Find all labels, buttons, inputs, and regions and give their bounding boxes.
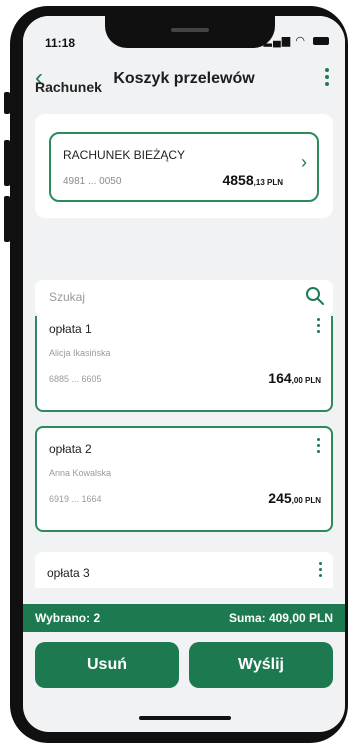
send-button[interactable]: Wyślij xyxy=(189,642,333,688)
notch xyxy=(105,16,275,48)
transfer-item[interactable]: opłata 2 Anna Kowalska 6919 ... 1664 245… xyxy=(35,426,333,532)
transfer-item[interactable]: opłata 3 xyxy=(35,552,333,588)
transfer-list: opłata 1 Alicja Ikasińska 6885 ... 6605 … xyxy=(35,316,333,588)
transfer-title: opłata 3 xyxy=(47,566,90,580)
kebab-menu-icon[interactable] xyxy=(317,318,321,336)
account-balance: 4858,13 PLN xyxy=(222,172,283,188)
transfer-title: opłata 2 xyxy=(49,442,92,456)
transfer-account: 6919 ... 1664 xyxy=(49,494,102,504)
chevron-right-icon[interactable]: › xyxy=(301,152,307,173)
search-icon[interactable] xyxy=(305,286,325,306)
account-number: 4981 ... 0050 xyxy=(63,176,122,187)
account-name: RACHUNEK BIEŻĄCY xyxy=(63,148,186,162)
app-screen: 11:18 ▂▄▆ ◠ ‹ Koszyk przelewów Rachunek … xyxy=(23,16,345,732)
kebab-menu-icon[interactable] xyxy=(325,68,329,89)
wifi-icon: ◠ xyxy=(295,35,306,47)
battery-icon xyxy=(313,37,329,46)
account-card[interactable]: RACHUNEK BIEŻĄCY 4981 ... 0050 4858,13 P… xyxy=(49,132,319,202)
transfer-account: 6885 ... 6605 xyxy=(49,374,102,384)
transfer-recipient: Anna Kowalska xyxy=(49,468,112,478)
transfer-item[interactable]: opłata 1 Alicja Ikasińska 6885 ... 6605 … xyxy=(35,316,333,412)
home-indicator xyxy=(139,716,231,720)
transfer-amount: 164,00 PLN xyxy=(268,370,321,386)
search-input[interactable] xyxy=(47,289,281,305)
kebab-menu-icon[interactable] xyxy=(317,438,321,456)
delete-button[interactable]: Usuń xyxy=(35,642,179,688)
account-panel: RACHUNEK BIEŻĄCY 4981 ... 0050 4858,13 P… xyxy=(35,114,333,218)
transfer-recipient: Alicja Ikasińska xyxy=(49,348,111,358)
selected-count: Wybrano: 2 xyxy=(35,611,101,625)
total-sum: Suma: 409,00 PLN xyxy=(228,611,333,625)
phone-side-button xyxy=(4,140,10,186)
status-icons: ▂▄▆ ◠ xyxy=(264,34,329,47)
transfer-title: opłata 1 xyxy=(49,322,92,336)
search-bar[interactable] xyxy=(35,280,333,316)
kebab-menu-icon[interactable] xyxy=(319,562,323,580)
transfer-amount: 245,00 PLN xyxy=(268,490,321,506)
phone-side-button xyxy=(4,196,10,242)
selection-summary-bar: Wybrano: 2 Suma: 409,00 PLN xyxy=(23,604,345,632)
status-time: 11:18 xyxy=(45,36,76,50)
account-section-label: Rachunek xyxy=(35,79,102,95)
signal-icon: ▂▄▆ xyxy=(263,35,292,47)
status-bar: 11:18 ▂▄▆ ◠ xyxy=(23,16,345,60)
phone-side-button xyxy=(4,92,10,114)
